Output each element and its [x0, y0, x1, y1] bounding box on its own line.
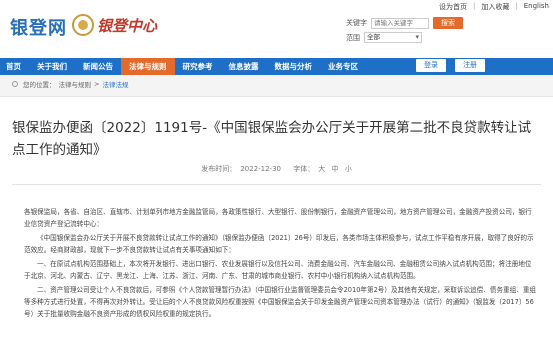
- main-nav: 首页 关于我们 新闻公告 法律与规则 研究参考 信息披露 数据与分析 业务专区 …: [0, 58, 553, 75]
- search-row: 关键字 搜索: [346, 17, 463, 29]
- center-emblem-icon: [72, 14, 94, 36]
- font-size-large[interactable]: 大: [318, 165, 325, 173]
- nav-home[interactable]: 首页: [0, 58, 29, 75]
- article-title: 银保监办便函〔2022〕1191号-《中国银保监会办公厅关于开展第二批不良贷款转…: [12, 120, 532, 158]
- article-meta: 发布时间： 2022-12-30 字体：大 中 小: [0, 164, 553, 174]
- english-link[interactable]: English: [524, 2, 549, 12]
- title-divider: [12, 184, 541, 185]
- breadcrumb: 您的位置： 法律与规则 > 法律法规: [12, 79, 128, 89]
- publish-date: 2022-12-30: [240, 165, 281, 173]
- font-label: 字体：: [293, 165, 315, 173]
- link-separator: |: [473, 2, 476, 10]
- search-input[interactable]: [371, 17, 429, 29]
- add-favorite-link[interactable]: 加入收藏: [481, 2, 509, 12]
- scope-select[interactable]: 全部: [364, 32, 422, 43]
- publish-label: 发布时间：: [201, 165, 237, 173]
- register-button[interactable]: 注册: [455, 59, 485, 72]
- nav-laws[interactable]: 法律与规则: [121, 58, 175, 75]
- login-button[interactable]: 登录: [416, 59, 446, 72]
- font-size-small[interactable]: 小: [345, 165, 352, 173]
- location-icon: [12, 81, 18, 87]
- scope-value: 全部: [367, 33, 380, 41]
- set-homepage-link[interactable]: 设为首页: [439, 2, 467, 12]
- font-size-medium[interactable]: 中: [331, 165, 338, 173]
- article-body: 各银保监局，各省、自治区、直辖市、计划单列市地方金融监管局，各政策性银行、大型银…: [24, 206, 537, 322]
- scope-label: 范围: [346, 33, 360, 42]
- nav-business[interactable]: 业务专区: [320, 58, 366, 75]
- breadcrumb-separator: >: [94, 80, 100, 88]
- nav-disclosure[interactable]: 信息披露: [221, 58, 267, 75]
- center-logo[interactable]: 银登中心: [72, 14, 157, 36]
- paragraph: 一、在原试点机构范围基础上，本次将开发银行、进出口银行、农业发展银行以及信托公司…: [24, 260, 532, 280]
- breadcrumb-item-regulations[interactable]: 法律法规: [102, 79, 128, 89]
- nav-about[interactable]: 关于我们: [29, 58, 75, 75]
- scope-row: 范围 全部: [346, 32, 422, 43]
- site-logo[interactable]: 银登网: [10, 14, 67, 40]
- site-header: 银登网 银登中心 设为首页 | 加入收藏 | English 关键字 搜索 范围…: [0, 0, 553, 58]
- paragraph: 《中国银保监会办公厅关于开展不良贷款转让试点工作的通知》（银保监办便函〔2021…: [24, 234, 534, 254]
- nav-data[interactable]: 数据与分析: [267, 58, 321, 75]
- top-links: 设为首页 | 加入收藏 | English: [439, 2, 549, 12]
- nav-news[interactable]: 新闻公告: [75, 58, 121, 75]
- search-label: 关键字: [346, 19, 367, 27]
- breadcrumb-item-laws[interactable]: 法律与规则: [59, 79, 92, 89]
- link-separator: |: [515, 2, 518, 10]
- paragraph: 各银保监局，各省、自治区、直辖市、计划单列市地方金融监管局，各政策性银行、大型银…: [24, 208, 532, 228]
- nav-research[interactable]: 研究参考: [175, 58, 221, 75]
- breadcrumb-prefix: 您的位置：: [23, 81, 56, 89]
- center-logo-text: 银登中心: [97, 16, 158, 35]
- search-button[interactable]: 搜索: [433, 17, 463, 29]
- paragraph: 二、资产管理公司受让个人不良贷款后，可参照《个人贷款管理暂行办法》（中国银行业监…: [24, 286, 537, 318]
